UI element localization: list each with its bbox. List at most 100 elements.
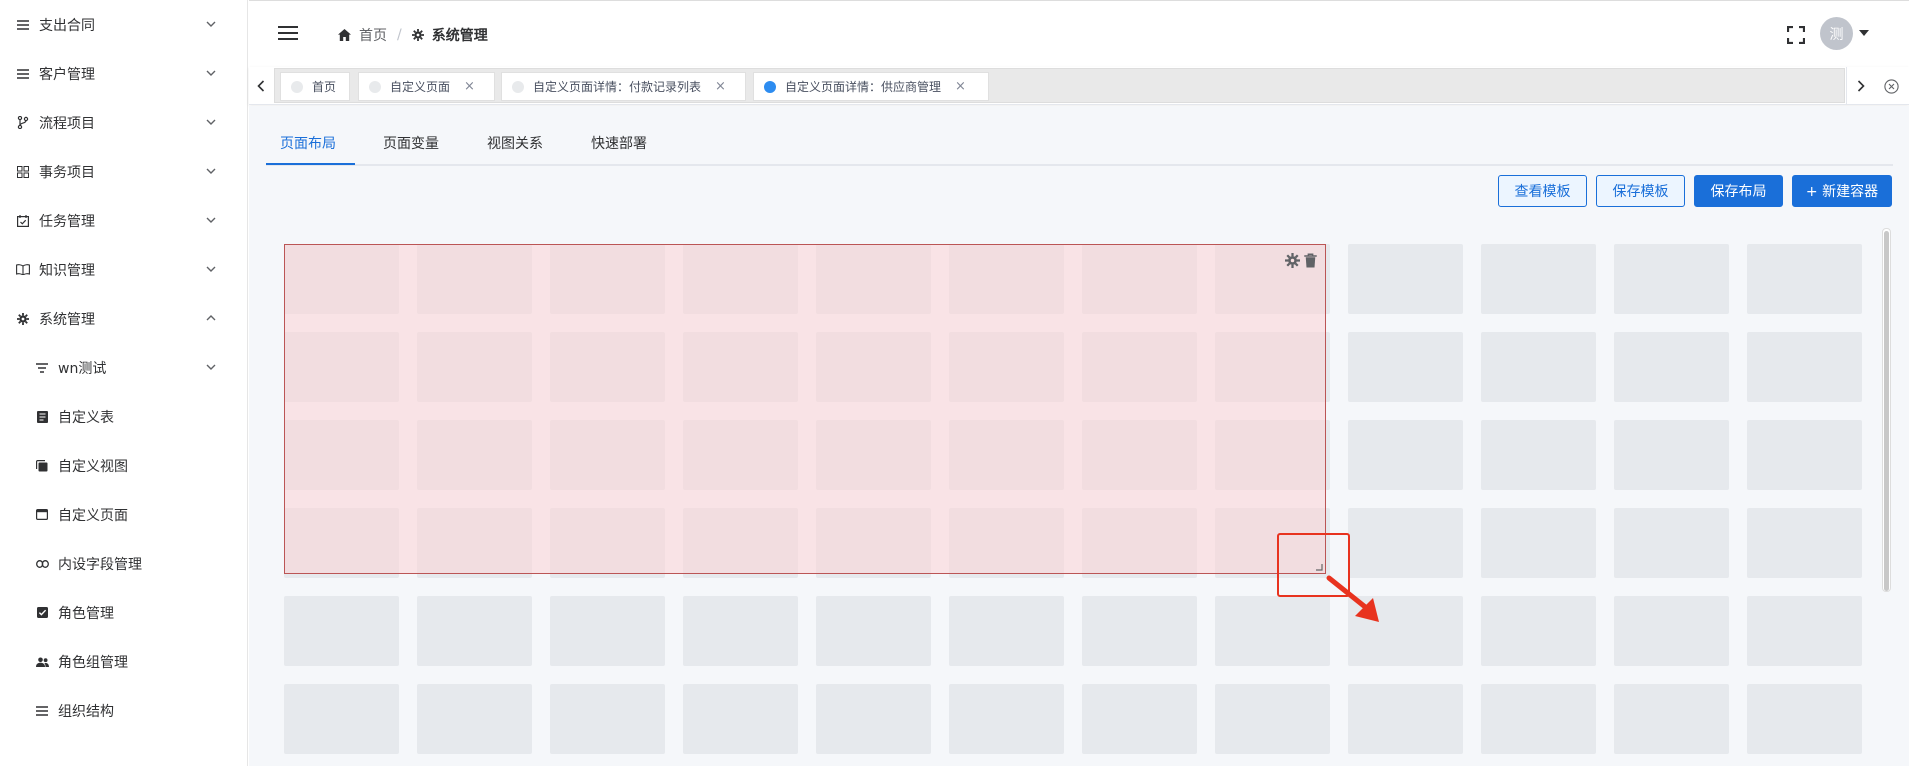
tags-scroll-right-button[interactable] bbox=[1846, 67, 1874, 105]
grid-cell bbox=[1747, 420, 1862, 490]
gear-icon bbox=[16, 312, 30, 326]
sidebar-subitem-custom-table[interactable]: 自定义表 bbox=[0, 392, 247, 441]
sidebar-item-label: 自定义表 bbox=[58, 409, 114, 426]
view-template-button[interactable]: 查看模板 bbox=[1498, 175, 1587, 207]
tab-page-variables[interactable]: 页面变量 bbox=[383, 133, 439, 153]
page-tabs: 页面布局 页面变量 视图关系 快速部署 bbox=[266, 123, 1893, 166]
grid-cell bbox=[816, 684, 931, 754]
grid-cell bbox=[1747, 596, 1862, 666]
sidebar-subitem-role-management[interactable]: 角色管理 bbox=[0, 588, 247, 637]
sidebar-subitem-wn-test[interactable]: wn测试 bbox=[0, 343, 247, 392]
sidebar-item-label: wn测试 bbox=[58, 360, 107, 377]
avatar[interactable]: 测 bbox=[1820, 17, 1853, 50]
link-icon bbox=[35, 557, 49, 571]
breadcrumb-home[interactable]: 首页 bbox=[338, 25, 387, 45]
copy-icon bbox=[35, 459, 49, 473]
grid-icon bbox=[16, 165, 30, 179]
sidebar-item-expense-contract[interactable]: 支出合同 bbox=[0, 0, 247, 49]
grid-cell bbox=[1215, 596, 1330, 666]
sidebar-item-label: 内设字段管理 bbox=[58, 556, 142, 573]
breadcrumb-separator: / bbox=[397, 27, 402, 43]
group-icon bbox=[35, 655, 49, 669]
list-icon bbox=[16, 67, 30, 81]
tag-supplier-management[interactable]: 自定义页面详情：供应商管理 × bbox=[753, 72, 989, 101]
grid-cell bbox=[1481, 244, 1596, 314]
form-icon bbox=[35, 410, 49, 424]
grid-cell bbox=[1082, 684, 1197, 754]
sidebar-item-knowledge[interactable]: 知识管理 bbox=[0, 245, 247, 294]
sidebar-subitem-org-structure[interactable]: 组织结构 bbox=[0, 686, 247, 735]
grid-cell bbox=[1348, 244, 1463, 314]
trash-icon[interactable] bbox=[1303, 253, 1318, 268]
vertical-scrollbar[interactable] bbox=[1882, 228, 1891, 592]
tags-view-bar: 首页 自定义页面 × 自定义页面详情：付款记录列表 × 自定义页面详情：供应商管… bbox=[249, 67, 1909, 105]
sidebar-item-label: 自定义视图 bbox=[58, 458, 128, 475]
close-all-tags-button[interactable] bbox=[1874, 67, 1909, 105]
grid-cell bbox=[1747, 508, 1862, 578]
sidebar: 支出合同 客户管理 流程项目 事务项目 任务管理 知识管理 系统管理 wn测试 … bbox=[0, 0, 248, 766]
grid-cell bbox=[1348, 508, 1463, 578]
grid-cell bbox=[683, 684, 798, 754]
sidebar-item-label: 支出合同 bbox=[39, 17, 95, 34]
sidebar-subitem-role-group[interactable]: 角色组管理 bbox=[0, 637, 247, 686]
grid-cell bbox=[816, 596, 931, 666]
tag-home[interactable]: 首页 bbox=[280, 72, 350, 101]
grid-cell bbox=[1348, 332, 1463, 402]
tag-close-icon[interactable]: × bbox=[464, 79, 475, 94]
hamburger-icon[interactable] bbox=[278, 25, 298, 41]
sidebar-item-label: 客户管理 bbox=[39, 66, 95, 83]
sidebar-item-customers[interactable]: 客户管理 bbox=[0, 49, 247, 98]
sidebar-subitem-builtin-fields[interactable]: 内设字段管理 bbox=[0, 539, 247, 588]
grid-cell bbox=[284, 684, 399, 754]
chevron-down-icon bbox=[206, 70, 216, 76]
scrollbar-thumb[interactable] bbox=[1884, 231, 1889, 591]
grid-cell bbox=[1747, 244, 1862, 314]
grid-cell bbox=[1614, 596, 1729, 666]
tag-custom-page[interactable]: 自定义页面 × bbox=[358, 72, 495, 101]
gear-icon[interactable] bbox=[1285, 253, 1300, 268]
grid-cell bbox=[1614, 684, 1729, 754]
window-icon bbox=[35, 508, 49, 522]
chevron-down-icon bbox=[206, 168, 216, 174]
tag-label: 首页 bbox=[312, 80, 337, 94]
chevron-down-icon bbox=[206, 21, 216, 27]
tags-scroll-left-button[interactable] bbox=[249, 67, 273, 105]
tag-close-icon[interactable]: × bbox=[715, 79, 726, 94]
sidebar-subitem-custom-view[interactable]: 自定义视图 bbox=[0, 441, 247, 490]
sidebar-item-tasks[interactable]: 任务管理 bbox=[0, 196, 247, 245]
grid-cell bbox=[949, 596, 1064, 666]
grid-cell bbox=[1348, 684, 1463, 754]
tag-label: 自定义页面详情：供应商管理 bbox=[785, 80, 942, 94]
sidebar-subitem-custom-page[interactable]: 自定义页面 bbox=[0, 490, 247, 539]
book-icon bbox=[16, 263, 30, 277]
grid-cell bbox=[1614, 508, 1729, 578]
sidebar-item-label: 角色管理 bbox=[58, 605, 114, 622]
grid-cell bbox=[1614, 332, 1729, 402]
caret-down-icon[interactable] bbox=[1859, 30, 1869, 36]
chevron-left-icon bbox=[257, 80, 265, 92]
tag-label: 自定义页面 bbox=[390, 80, 451, 94]
layout-container[interactable] bbox=[284, 244, 1326, 574]
top-header: 首页 / 系统管理 测 bbox=[249, 0, 1909, 67]
breadcrumb-current: 系统管理 bbox=[411, 25, 488, 45]
breadcrumb-home-label: 首页 bbox=[359, 28, 387, 44]
tag-close-icon[interactable]: × bbox=[955, 79, 966, 94]
tab-quick-deploy[interactable]: 快速部署 bbox=[591, 133, 647, 153]
tag-payment-records[interactable]: 自定义页面详情：付款记录列表 × bbox=[501, 72, 746, 101]
tab-page-layout[interactable]: 页面布局 bbox=[280, 133, 336, 153]
grid-cell bbox=[1747, 332, 1862, 402]
grid-cell bbox=[1481, 332, 1596, 402]
sidebar-item-process-projects[interactable]: 流程项目 bbox=[0, 98, 247, 147]
grid-cell bbox=[1481, 420, 1596, 490]
tag-label: 自定义页面详情：付款记录列表 bbox=[533, 80, 702, 94]
save-template-button[interactable]: 保存模板 bbox=[1596, 175, 1685, 207]
sidebar-item-system-management[interactable]: 系统管理 bbox=[0, 294, 247, 343]
home-icon bbox=[338, 29, 351, 41]
sidebar-item-affairs[interactable]: 事务项目 bbox=[0, 147, 247, 196]
gear-icon bbox=[411, 29, 424, 41]
fullscreen-icon[interactable] bbox=[1787, 26, 1805, 44]
sidebar-item-label: 系统管理 bbox=[39, 311, 95, 328]
tab-view-relations[interactable]: 视图关系 bbox=[487, 133, 543, 153]
save-layout-button[interactable]: 保存布局 bbox=[1694, 175, 1783, 207]
new-container-button[interactable]: + 新建容器 bbox=[1792, 175, 1892, 207]
